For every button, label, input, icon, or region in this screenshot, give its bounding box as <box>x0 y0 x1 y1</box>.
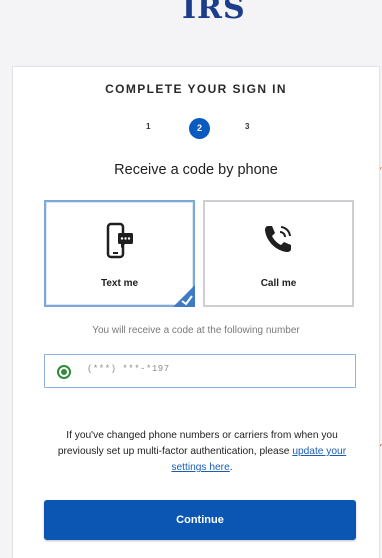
continue-button[interactable]: Continue <box>44 500 356 540</box>
text-me-option[interactable]: Text me <box>44 200 195 307</box>
selected-check-icon <box>173 285 195 307</box>
phone-number-value: (***) ***-*197 <box>87 364 170 374</box>
smartphone-message-icon <box>106 222 133 259</box>
phone-number-option[interactable]: (***) ***-*197 <box>44 354 356 388</box>
step-2-active: 2 <box>189 118 210 139</box>
info-text: You will receive a code at the following… <box>92 325 300 336</box>
phone-call-icon <box>264 226 291 252</box>
step-indicator: 1 2 3 <box>13 115 379 141</box>
help-text: If you've changed phone numbers or carri… <box>43 428 361 476</box>
irs-logo: IRS <box>182 0 246 26</box>
signin-card: COMPLETE YOUR SIGN IN 1 2 3 Receive a co… <box>12 66 380 558</box>
page-title: COMPLETE YOUR SIGN IN <box>105 82 287 96</box>
call-me-option[interactable]: Call me <box>203 200 354 307</box>
step-3: 3 <box>245 122 250 131</box>
help-trailing: . <box>229 462 233 473</box>
text-me-label: Text me <box>100 278 139 289</box>
phone-radio[interactable] <box>57 365 71 379</box>
step-1: 1 <box>146 122 151 131</box>
subtitle: Receive a code by phone <box>114 162 278 178</box>
call-me-label: Call me <box>260 278 297 289</box>
